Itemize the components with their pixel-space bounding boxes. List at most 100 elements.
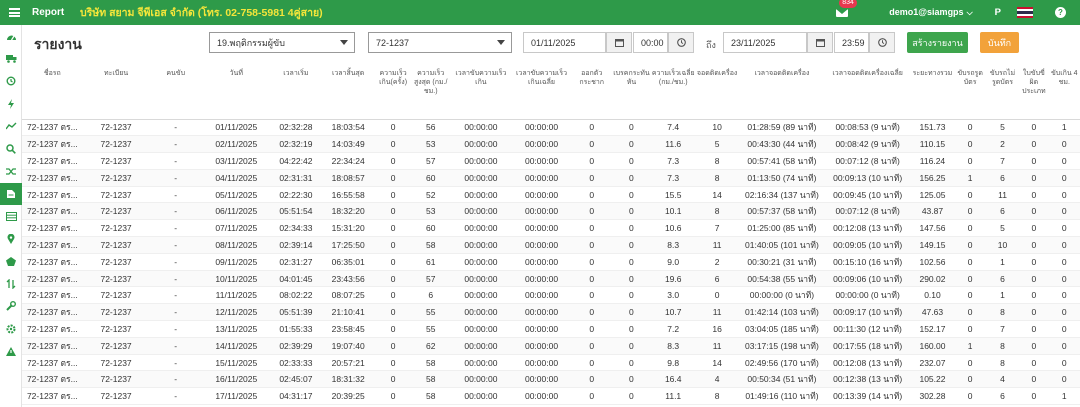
clock-from-button[interactable] — [668, 32, 694, 53]
table-row[interactable]: 72-1237 ตร... 72-1237-13/11/2025 01:55:33 2… — [22, 320, 1080, 338]
to-label: ถึง — [706, 40, 716, 50]
sidebar-item-geofence[interactable] — [0, 250, 22, 273]
table-row[interactable]: 72-1237 ตร... 72-1237-12/11/2025 05:51:39 2… — [22, 303, 1080, 322]
table-cell: 72-1237 — [82, 135, 150, 154]
clock-to-button[interactable] — [869, 32, 895, 53]
sidebar-item-maintenance[interactable] — [0, 295, 22, 318]
table-row[interactable]: 72-1237 ตร... 72-1237-09/11/2025 02:31:27 0… — [22, 253, 1080, 271]
table-cell: 72-1237 ตร... — [22, 303, 83, 322]
table-cell: 151.73 — [910, 119, 955, 137]
table-cell: 0 — [1019, 270, 1049, 288]
table-cell: 0 — [611, 387, 652, 406]
table-row[interactable]: 72-1237 ตร... 72-1237-06/11/2025 05:51:54 1… — [22, 202, 1080, 221]
column-header: ความเร็วเฉลี่ย (กม./ชม.) — [651, 63, 696, 120]
table-row[interactable]: 72-1237 ตร... 72-1237-14/11/2025 02:39:29 1… — [22, 337, 1080, 355]
sidebar-item-settings[interactable] — [0, 318, 22, 341]
table-row[interactable]: 72-1237 ตร... 72-1237-03/11/2025 04:22:42 2… — [22, 152, 1080, 170]
table-cell: 0 — [1048, 303, 1080, 322]
table-cell: 00:07:12 (8 นาที) — [824, 202, 911, 221]
hamburger-menu-icon[interactable] — [0, 0, 28, 25]
table-cell: 105.22 — [910, 370, 955, 389]
table-cell: 52 — [410, 186, 451, 204]
table-row[interactable]: 72-1237 ตร... 72-1237-08/11/2025 02:39:14 1… — [22, 236, 1080, 254]
user-menu[interactable]: demo1@siamgps ⌵ — [889, 7, 972, 18]
vehicle-select[interactable]: 72-1237 — [368, 32, 512, 53]
table-cell: 72-1237 ตร... — [22, 337, 83, 355]
table-cell: 0 — [375, 135, 411, 154]
user-name: demo1@siamgps — [889, 7, 964, 17]
calendar-from-button[interactable] — [606, 32, 632, 53]
table-cell: 00:00:00 — [450, 370, 512, 389]
table-cell: 0 — [1048, 320, 1080, 338]
table-cell: 0 — [611, 135, 652, 154]
lang-indicator[interactable]: P — [995, 7, 1001, 18]
table-cell: 0 — [1019, 152, 1049, 170]
create-report-button[interactable]: สร้างรายงาน — [907, 32, 968, 53]
sidebar-item-search[interactable] — [0, 138, 22, 161]
table-cell: 00:00:00 — [450, 337, 512, 355]
table-cell: 00:50:34 (51 นาที) — [739, 370, 825, 389]
notification-bell-icon[interactable]: 834 — [835, 0, 857, 19]
table-cell: 0 — [375, 303, 411, 322]
sidebar-item-table[interactable] — [0, 205, 22, 228]
help-icon[interactable]: ? — [1055, 7, 1066, 18]
table-cell: 08/11/2025 — [201, 236, 271, 254]
table-cell: 72-1237 ตร... — [22, 387, 83, 406]
sidebar-item-events[interactable] — [0, 93, 22, 116]
table-cell: 02:45:07 — [270, 370, 321, 389]
table-cell: 14/11/2025 — [201, 337, 271, 355]
sidebar-item-truck[interactable] — [0, 48, 22, 71]
sidebar-item-transfer[interactable] — [0, 273, 22, 296]
table-row[interactable]: 72-1237 ตร... 72-1237-11/11/2025 08:02:22 0… — [22, 286, 1080, 305]
table-row[interactable]: 72-1237 ตร... 72-1237-10/11/2025 04:01:45 2… — [22, 270, 1080, 288]
table-cell: 53 — [410, 202, 451, 221]
table-row[interactable]: 72-1237 ตร... 72-1237-16/11/2025 02:45:07 1… — [22, 370, 1080, 389]
table-row[interactable]: 72-1237 ตร... 72-1237-17/11/2025 04:31:17 2… — [22, 387, 1080, 406]
table-cell: 0 — [1048, 236, 1080, 254]
table-cell: 00:00:00 (0 นาที) — [739, 286, 825, 305]
sidebar-item-graph[interactable] — [0, 115, 22, 138]
table-row[interactable]: 72-1237 ตร... 72-1237-04/11/2025 02:31:31 1… — [22, 169, 1080, 187]
sidebar-item-location[interactable] — [0, 228, 22, 251]
table-cell: - — [149, 270, 202, 288]
table-cell: 20:39:25 — [320, 387, 376, 406]
table-cell: 0 — [611, 253, 652, 271]
table-cell: - — [149, 320, 202, 338]
table-cell: 0 — [954, 219, 986, 238]
table-cell: 00:00:00 — [511, 169, 572, 187]
table-cell: 05:51:54 — [270, 202, 321, 221]
table-row[interactable]: 72-1237 ตร... 72-1237-07/11/2025 02:34:33 1… — [22, 219, 1080, 238]
thai-flag-icon[interactable] — [1017, 7, 1033, 18]
sidebar-item-routes[interactable] — [0, 160, 22, 183]
table-cell: 00:08:42 (9 นาที) — [824, 135, 911, 154]
table-cell: 60 — [410, 169, 451, 187]
time-to-input[interactable]: 23:59 — [834, 32, 869, 53]
table-cell: 62 — [410, 337, 451, 355]
sidebar-item-history[interactable] — [0, 70, 22, 93]
table-cell: 14:03:49 — [320, 135, 376, 154]
calendar-to-button[interactable] — [807, 32, 833, 53]
report-type-select[interactable]: 19.พฤติกรรมผู้ขับ — [209, 32, 355, 53]
table-cell: 0 — [571, 169, 612, 187]
table-cell: 0 — [611, 202, 652, 221]
sidebar-item-dashboard[interactable] — [0, 25, 22, 48]
sidebar-item-alerts[interactable] — [0, 340, 22, 363]
save-button[interactable]: บันทึก — [980, 32, 1019, 53]
table-cell: 15/11/2025 — [201, 354, 271, 372]
sidebar-item-report[interactable] — [0, 182, 22, 205]
table-cell: 6 — [985, 270, 1020, 288]
table-cell: 01/11/2025 — [201, 119, 271, 137]
table-row[interactable]: 72-1237 ตร... 72-1237-05/11/2025 02:22:30 1… — [22, 186, 1080, 204]
table-row[interactable]: 72-1237 ตร... 72-1237-15/11/2025 02:33:33 2… — [22, 354, 1080, 372]
table-cell: 00:00:00 — [450, 219, 512, 238]
date-to-input[interactable]: 23/11/2025 — [723, 32, 807, 53]
table-cell: - — [149, 236, 202, 254]
table-cell: 1 — [1048, 119, 1080, 137]
table-row[interactable]: 72-1237 ตร... 72-1237-02/11/2025 02:32:19 1… — [22, 135, 1080, 154]
clock-icon — [877, 38, 887, 47]
table-row[interactable]: 72-1237 ตร... 72-1237-01/11/2025 02:32:28 1… — [22, 119, 1080, 137]
table-cell: - — [149, 387, 202, 406]
time-from-input[interactable]: 00:00 — [633, 32, 668, 53]
column-header: ทะเบียน — [82, 63, 150, 120]
date-from-input[interactable]: 01/11/2025 — [523, 32, 606, 53]
